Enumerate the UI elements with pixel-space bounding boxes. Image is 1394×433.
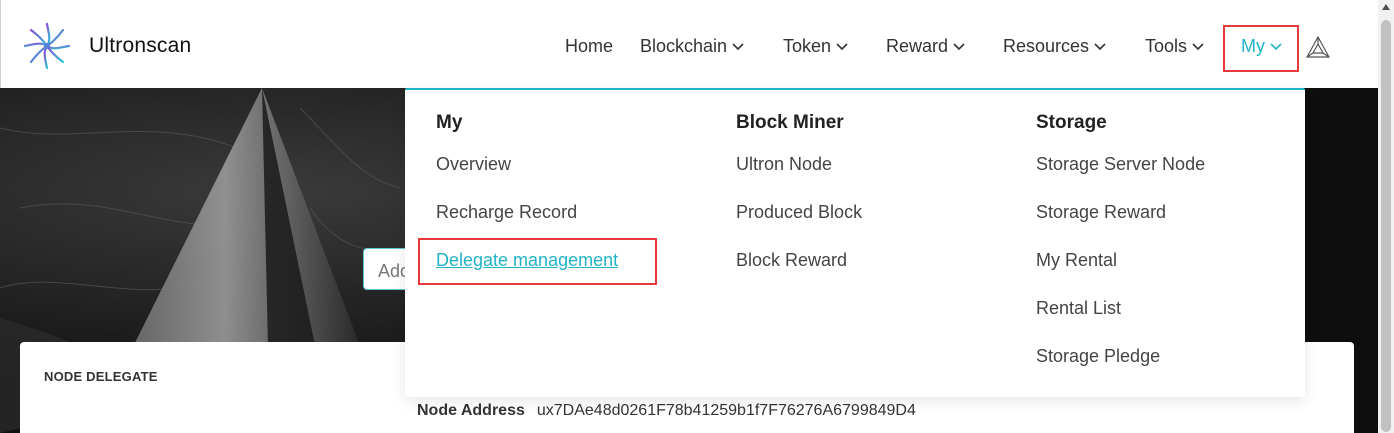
nav-reward-label: Reward [886, 36, 949, 56]
site-header: Ultronscan Home Blockchain Token Reward … [0, 0, 1378, 88]
scroll-up-arrow-icon[interactable] [1382, 4, 1390, 10]
nav-tools-label: Tools [1145, 36, 1188, 56]
my-dropdown-menu: My Overview Recharge Record Delegate man… [405, 88, 1305, 397]
column-heading-block-miner: Block Miner [736, 112, 844, 133]
page-scrollbar[interactable] [1378, 0, 1394, 433]
column-heading-my: My [436, 112, 463, 133]
menu-item-rental-list[interactable]: Rental List [1036, 284, 1205, 332]
menu-item-overview[interactable]: Overview [436, 140, 618, 188]
menu-item-ultron-node[interactable]: Ultron Node [736, 140, 862, 188]
nav-my-highlight-box [1223, 25, 1299, 72]
nav-home-label: Home [565, 36, 614, 56]
card-title: NODE DELEGATE [44, 369, 158, 384]
chevron-down-icon [953, 42, 965, 50]
menu-item-produced-block[interactable]: Produced Block [736, 188, 862, 236]
node-address-label: Node Address [417, 402, 525, 419]
menu-item-storage-pledge[interactable]: Storage Pledge [1036, 332, 1205, 380]
nav-reward[interactable]: Reward [886, 36, 965, 57]
nav-home[interactable]: Home [565, 36, 613, 57]
menu-item-storage-server-node[interactable]: Storage Server Node [1036, 140, 1205, 188]
delegate-management-highlight-box [418, 238, 657, 285]
dropdown-column-storage: Storage Storage Server Node Storage Rewa… [1036, 112, 1205, 380]
node-address-row: Node Address ux7DAe48d0261F78b41259b1f7F7… [417, 402, 916, 420]
chevron-down-icon [732, 42, 744, 50]
brand-name: Ultronscan [89, 34, 192, 57]
menu-item-recharge-record[interactable]: Recharge Record [436, 188, 618, 236]
nav-blockchain[interactable]: Blockchain [640, 36, 744, 57]
nav-resources[interactable]: Resources [1003, 36, 1106, 57]
nav-token-label: Token [783, 36, 832, 56]
menu-item-storage-reward[interactable]: Storage Reward [1036, 188, 1205, 236]
dropdown-column-block-miner: Block Miner Ultron Node Produced Block B… [736, 112, 862, 284]
chevron-down-icon [836, 42, 848, 50]
network-triangle-icon[interactable] [1306, 36, 1330, 58]
scrollbar-thumb[interactable] [1381, 20, 1391, 432]
nav-tools[interactable]: Tools [1145, 36, 1204, 57]
nav-token[interactable]: Token [783, 36, 848, 57]
brand-logo[interactable]: Ultronscan [21, 20, 191, 72]
nav-blockchain-label: Blockchain [640, 36, 728, 56]
menu-item-my-rental[interactable]: My Rental [1036, 236, 1205, 284]
column-heading-storage: Storage [1036, 112, 1107, 133]
ultron-star-logo-icon [23, 22, 71, 70]
menu-item-block-reward[interactable]: Block Reward [736, 236, 862, 284]
chevron-down-icon [1094, 42, 1106, 50]
chevron-down-icon [1192, 42, 1204, 50]
node-address-value[interactable]: ux7DAe48d0261F78b41259b1f7F76276A6799849… [537, 402, 916, 419]
nav-resources-label: Resources [1003, 36, 1090, 56]
